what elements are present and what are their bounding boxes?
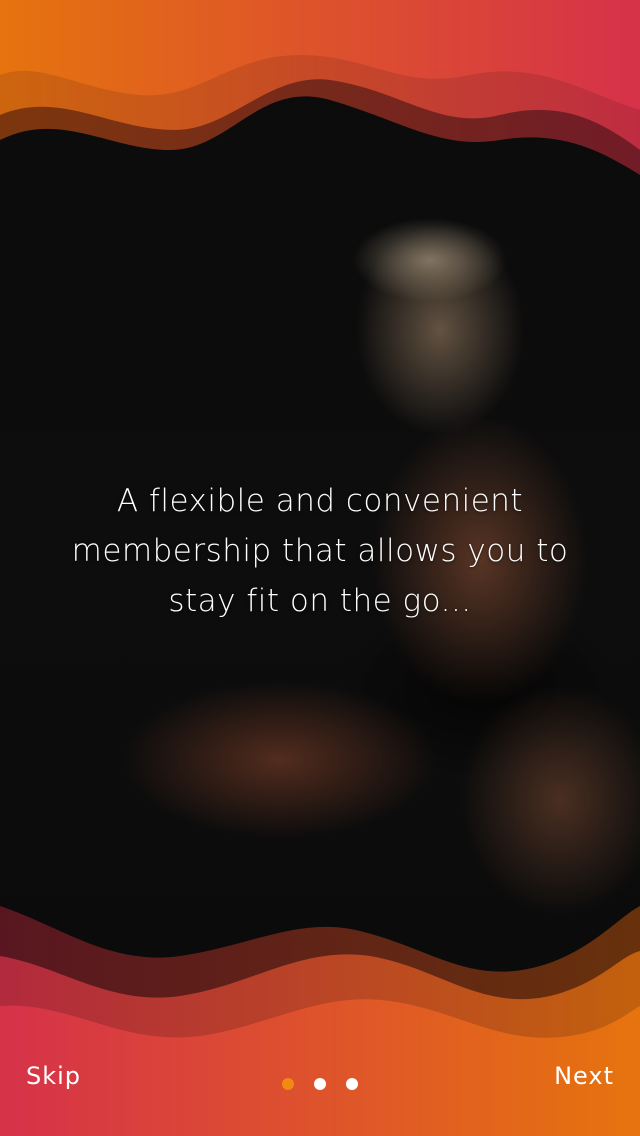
page-indicator <box>0 1078 640 1090</box>
bottom-wave-decoration <box>0 906 640 1136</box>
onboarding-tagline: A flexible and convenient membership tha… <box>40 476 600 626</box>
next-button[interactable]: Next <box>554 1062 614 1090</box>
tagline-line-1: A flexible and convenient <box>116 483 524 519</box>
onboarding-screen: A flexible and convenient membership tha… <box>0 0 640 1136</box>
tagline-line-2: membership that allows you to <box>71 533 569 569</box>
page-dot-2[interactable] <box>314 1078 326 1090</box>
tagline-line-3: stay fit on the go... <box>168 583 472 619</box>
top-wave-decoration <box>0 0 640 175</box>
page-dot-1[interactable] <box>282 1078 294 1090</box>
page-dot-3[interactable] <box>346 1078 358 1090</box>
